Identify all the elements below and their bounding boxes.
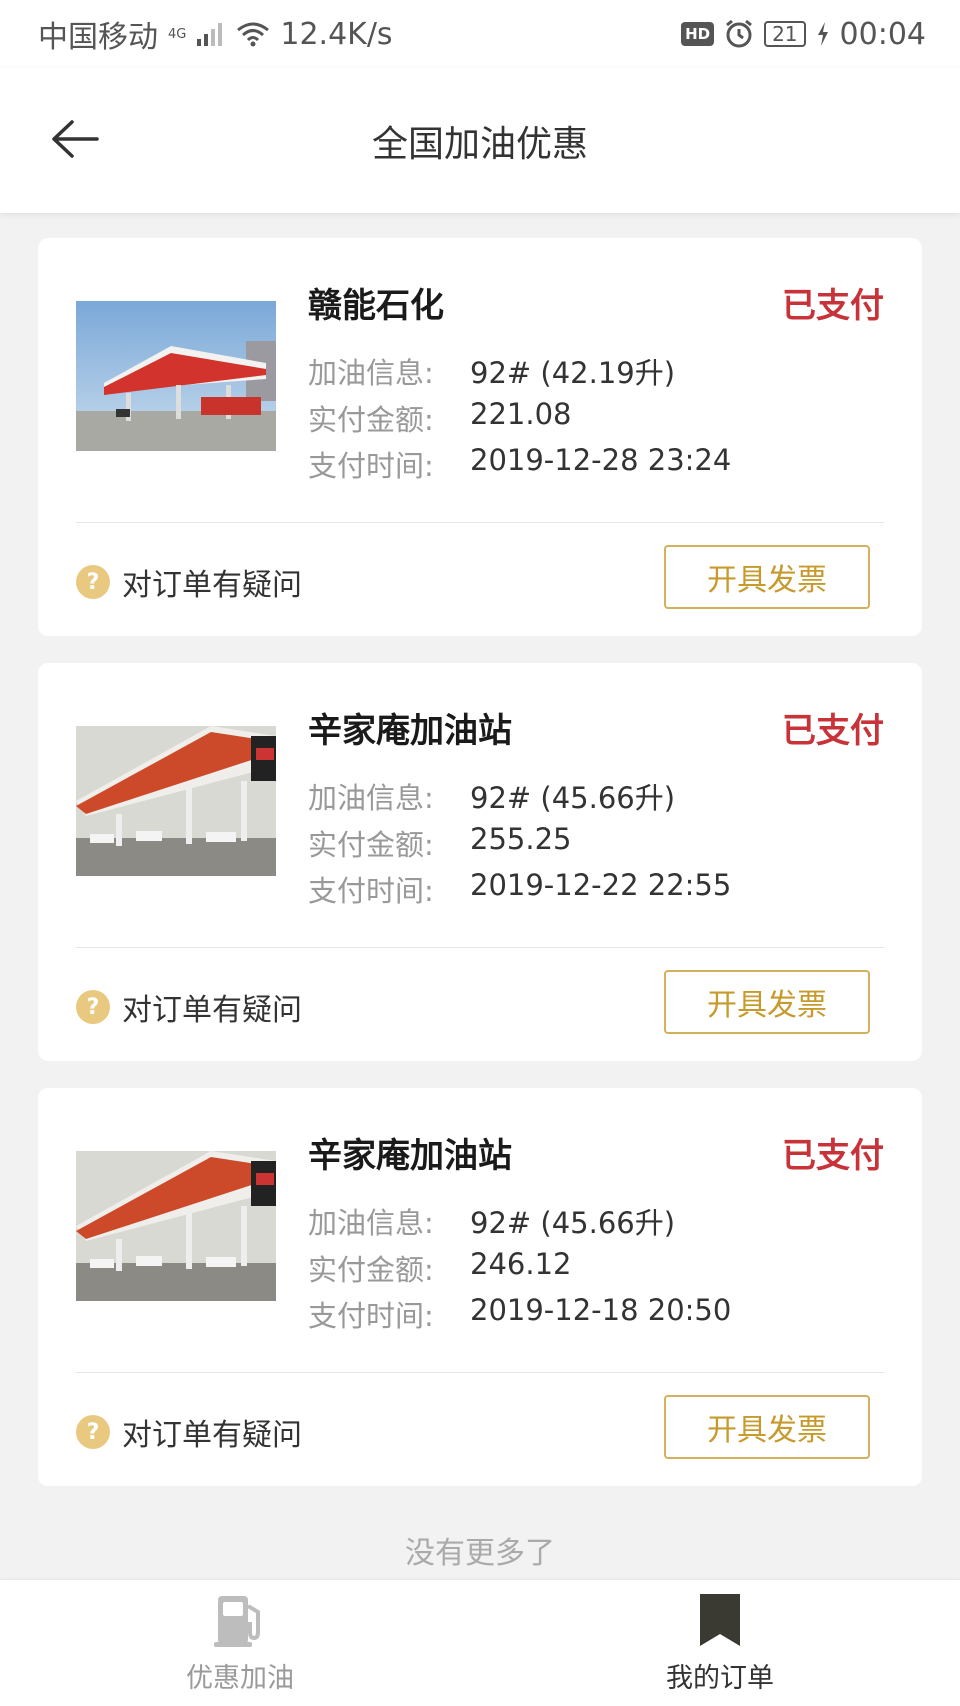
order-card: 赣能石化 已支付 加油信息: 92# (42.19升) 实付金额: 221.08… <box>38 238 922 636</box>
order-question-link[interactable]: ? 对订单有疑问 <box>76 1410 302 1454</box>
paid-amount-row: 实付金额: 255.25 <box>308 822 571 864</box>
status-left: 中国移动 4G 12.4K/s <box>38 12 393 56</box>
station-name: 辛家庵加油站 <box>308 1136 512 1176</box>
order-question-link[interactable]: ? 对订单有疑问 <box>76 985 302 1029</box>
divider <box>76 522 884 523</box>
station-photo <box>76 1151 276 1301</box>
charging-icon <box>817 22 828 46</box>
nav-label: 优惠加油 <box>186 1662 294 1694</box>
carrier-name: 中国移动 <box>38 20 158 55</box>
nav-label: 我的订单 <box>666 1662 774 1694</box>
status-right: HD 21 00:04 <box>681 17 926 52</box>
status-bar: 中国移动 4G 12.4K/s HD 21 00:04 <box>0 0 960 68</box>
fuel-info-label: 加油信息: <box>308 356 434 390</box>
pay-time-row: 支付时间: 2019-12-28 23:24 <box>308 443 731 485</box>
paid-amount-label: 实付金额: <box>308 828 434 862</box>
payment-status: 已支付 <box>782 286 884 326</box>
station-photo <box>76 301 276 451</box>
order-list: 赣能石化 已支付 加油信息: 92# (42.19升) 实付金额: 221.08… <box>38 238 922 1513</box>
station-name: 辛家庵加油站 <box>308 711 512 751</box>
network-speed: 12.4K/s <box>280 16 393 52</box>
station-name: 赣能石化 <box>308 286 444 326</box>
wifi-icon <box>237 22 270 47</box>
pay-time-row: 支付时间: 2019-12-18 20:50 <box>308 1293 731 1335</box>
app-header: 全国加油优惠 <box>0 68 960 213</box>
paid-amount-value: 221.08 <box>470 397 572 431</box>
fuel-info-label: 加油信息: <box>308 1206 434 1240</box>
payment-status: 已支付 <box>782 711 884 751</box>
signal-icon <box>197 23 223 46</box>
divider <box>76 947 884 948</box>
fuel-info-value: 92# (45.66升) <box>470 781 676 815</box>
fuel-pump-icon <box>214 1595 260 1647</box>
hd-badge: HD <box>681 22 715 46</box>
pay-time-label: 支付时间: <box>308 874 434 908</box>
question-icon: ? <box>76 565 110 599</box>
page-title: 全国加油优惠 <box>371 123 588 165</box>
fuel-info-row: 加油信息: 92# (45.66升) <box>308 775 675 817</box>
bottom-nav: 优惠加油 我的订单 <box>0 1580 960 1706</box>
no-more-text: 没有更多了 <box>405 1536 555 1571</box>
network-type: 4G <box>168 26 187 42</box>
fuel-info-row: 加油信息: 92# (45.66升) <box>308 1200 675 1242</box>
station-photo <box>76 726 276 876</box>
question-text: 对订单有疑问 <box>122 1418 302 1453</box>
pay-time-row: 支付时间: 2019-12-22 22:55 <box>308 868 731 910</box>
pay-time-label: 支付时间: <box>308 1299 434 1333</box>
question-icon: ? <box>76 1415 110 1449</box>
order-question-link[interactable]: ? 对订单有疑问 <box>76 560 302 604</box>
paid-amount-value: 255.25 <box>470 822 572 856</box>
pay-time-label: 支付时间: <box>308 449 434 483</box>
divider <box>76 1372 884 1373</box>
question-text: 对订单有疑问 <box>122 568 302 603</box>
clock-time: 00:04 <box>839 16 926 52</box>
bookmark-icon <box>700 1593 740 1646</box>
nav-item-my-orders[interactable]: 我的订单 <box>480 1580 960 1706</box>
question-icon: ? <box>76 990 110 1024</box>
pay-time-value: 2019-12-22 22:55 <box>470 868 732 902</box>
invoice-button[interactable]: 开具发票 <box>664 545 870 609</box>
pay-time-value: 2019-12-28 23:24 <box>470 443 732 477</box>
paid-amount-row: 实付金额: 246.12 <box>308 1247 571 1289</box>
paid-amount-label: 实付金额: <box>308 403 434 437</box>
invoice-button[interactable]: 开具发票 <box>664 1395 870 1459</box>
fuel-info-row: 加油信息: 92# (42.19升) <box>308 350 675 392</box>
paid-amount-row: 实付金额: 221.08 <box>308 397 571 439</box>
nav-item-fuel-deals[interactable]: 优惠加油 <box>0 1580 480 1706</box>
order-card: 辛家庵加油站 已支付 加油信息: 92# (45.66升) 实付金额: 246.… <box>38 1088 922 1486</box>
question-text: 对订单有疑问 <box>122 993 302 1028</box>
paid-amount-label: 实付金额: <box>308 1253 434 1287</box>
payment-status: 已支付 <box>782 1136 884 1176</box>
fuel-info-value: 92# (45.66升) <box>470 1206 676 1240</box>
paid-amount-value: 246.12 <box>470 1247 572 1281</box>
fuel-info-value: 92# (42.19升) <box>470 356 676 390</box>
battery-icon: 21 <box>764 21 806 47</box>
order-card: 辛家庵加油站 已支付 加油信息: 92# (45.66升) 实付金额: 255.… <box>38 663 922 1061</box>
invoice-button[interactable]: 开具发票 <box>664 970 870 1034</box>
fuel-info-label: 加油信息: <box>308 781 434 815</box>
alarm-icon <box>726 19 753 48</box>
pay-time-value: 2019-12-18 20:50 <box>470 1293 732 1327</box>
